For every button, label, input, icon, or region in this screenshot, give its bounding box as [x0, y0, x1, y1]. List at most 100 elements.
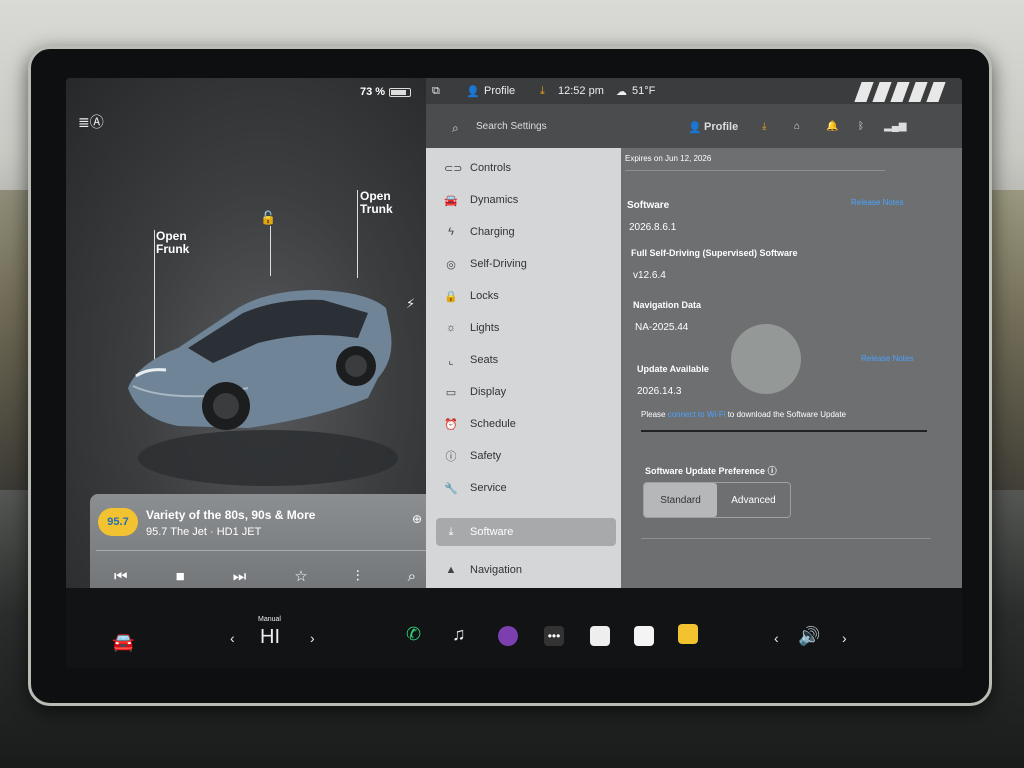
search-icon[interactable]: ⌕ [408, 568, 416, 585]
nav-item-dynamics[interactable]: 🚘 Dynamics [436, 186, 616, 214]
battery-percent: 73 % [360, 86, 386, 98]
fsd-version: v12.6.4 [633, 270, 666, 281]
nav-item-safety[interactable]: ⓘ Safety [436, 442, 616, 470]
divider [641, 538, 931, 539]
info-icon: ⓘ [445, 451, 457, 463]
connect-wifi-link[interactable]: connect to Wi-Fi [668, 410, 726, 419]
profile-icon[interactable]: 👤 [688, 121, 702, 134]
car-icon: 🚘 [444, 194, 458, 207]
steering-wheel-icon: ◎ [446, 258, 456, 271]
music-icon[interactable]: ♫ [452, 624, 466, 645]
equalizer-icon[interactable]: ⫶ [356, 568, 360, 585]
nav-item-controls[interactable]: ⊂⊃ Controls [436, 154, 616, 182]
car-icon[interactable]: 🚘 [112, 632, 134, 653]
nav-item-label: Schedule [470, 418, 516, 430]
next-track-icon[interactable]: ⏭ [233, 568, 247, 585]
software-detail-panel: Expires on Jun 12, 2026 Software Release… [621, 148, 962, 588]
volume-down-chevron-icon[interactable]: ‹ [774, 630, 779, 646]
toggle-icon: ⊂⊃ [444, 162, 463, 175]
chevron-right-icon[interactable]: › [310, 630, 315, 646]
media-divider [96, 550, 434, 551]
nav-item-seats[interactable]: ⌞ Seats [436, 346, 616, 374]
stop-icon[interactable]: ■ [176, 568, 185, 585]
calendar-app-icon[interactable] [634, 626, 654, 646]
nav-item-label: Software [470, 526, 514, 538]
nav-item-label: Seats [470, 354, 499, 366]
open-trunk-label: Open Trunk [360, 189, 393, 216]
release-notes-link[interactable]: Release Notes [861, 354, 913, 363]
navigation-icon: ▲ [445, 564, 457, 576]
previous-track-icon[interactable]: ⏮ [114, 568, 128, 585]
open-trunk-button[interactable]: Open Trunk [360, 190, 393, 216]
update-available-label: Update Available [637, 364, 709, 374]
topbar-profile[interactable]: Profile [484, 85, 515, 97]
bluetooth-icon[interactable]: ᛒ [858, 121, 864, 132]
update-message: Please connect to Wi-Fi to download the … [641, 410, 846, 419]
auto-headlight-icon[interactable]: ≣Ⓐ [78, 112, 104, 132]
divider [625, 170, 885, 171]
nav-item-navigation[interactable]: ▲ Navigation [436, 556, 616, 584]
update-download-icon[interactable]: ⤓ [540, 85, 545, 98]
nav-item-label: Service [470, 482, 507, 494]
profile-button[interactable]: Profile [704, 121, 738, 133]
standard-option[interactable]: Standard [644, 483, 717, 517]
info-icon[interactable]: ⓘ [768, 466, 777, 476]
lte-signal-icon: ▂▄▆ [884, 121, 907, 132]
wrench-icon: 🔧 [444, 482, 458, 495]
brand-stripes [854, 82, 946, 102]
climate-temp[interactable]: HI [260, 626, 280, 649]
weather-icon: ☁ [616, 86, 627, 98]
navigation-data-label: Navigation Data [633, 300, 702, 310]
bolt-icon: ϟ [448, 226, 454, 238]
nav-item-lights[interactable]: ☼ Lights [436, 314, 616, 342]
car-model-image [128, 290, 398, 486]
outside-temp: 51°F [632, 85, 656, 97]
update-preference-text: Software Update Preference [645, 466, 766, 476]
software-label: Software [627, 200, 670, 211]
nav-item-service[interactable]: 🔧 Service [436, 474, 616, 502]
media-title: Variety of the 80s, 90s & More [146, 508, 316, 522]
more-apps-icon[interactable]: ••• [544, 626, 564, 646]
nav-item-display[interactable]: ▭ Display [436, 378, 616, 406]
fsd-label: Full Self-Driving (Supervised) Software [631, 248, 798, 258]
phone-icon[interactable]: ✆ [406, 624, 421, 645]
screen-glare [731, 324, 801, 394]
display-icon: ▭ [445, 386, 457, 399]
volume-icon[interactable]: 🔊 [798, 626, 820, 647]
toybox-app-icon[interactable] [678, 624, 698, 644]
chevron-left-icon[interactable]: ‹ [230, 630, 235, 646]
open-frunk-button[interactable]: Open Frunk [156, 230, 189, 256]
nav-item-label: Charging [470, 226, 515, 238]
window-icon[interactable]: ⧉ [432, 85, 440, 98]
nav-item-self-driving[interactable]: ◎ Self-Driving [436, 250, 616, 278]
advanced-option[interactable]: Advanced [717, 483, 790, 517]
nav-item-locks[interactable]: 🔒 Locks [436, 282, 616, 310]
nav-item-schedule[interactable]: ⏰ Schedule [436, 410, 616, 438]
download-progress-bar [641, 430, 927, 432]
nav-item-software[interactable]: ⤓ Software [436, 518, 616, 546]
bell-icon[interactable]: 🔔 [826, 121, 838, 132]
sun-icon: ☼ [445, 322, 457, 334]
touchscreen: 73 % ≣Ⓐ Open Frunk Open Trunk 🔓 ⚡ 95.7 V… [66, 78, 962, 668]
search-settings-icon[interactable]: ⌕ [452, 121, 459, 136]
profile-icon[interactable]: 👤 [466, 85, 480, 98]
notes-app-icon[interactable] [590, 626, 610, 646]
update-message-prefix: Please [641, 410, 668, 419]
home-icon[interactable]: ⌂ [794, 121, 800, 132]
search-settings-input[interactable]: Search Settings [476, 121, 547, 132]
media-source-icon[interactable]: ⊕ [412, 512, 422, 526]
unlock-icon[interactable]: 🔓 [260, 210, 276, 226]
nav-item-charging[interactable]: ϟ Charging [436, 218, 616, 246]
battery-status: 73 % [360, 86, 412, 98]
software-update-icon[interactable]: ⤓ [762, 121, 766, 132]
volume-up-chevron-icon[interactable]: › [842, 630, 847, 646]
media-app-icon[interactable] [498, 626, 518, 646]
software-version: 2026.8.6.1 [629, 222, 677, 233]
open-frunk-label: Open Frunk [156, 229, 190, 256]
favorite-star-icon[interactable]: ☆ [294, 567, 307, 585]
update-message-suffix: to download the Software Update [725, 410, 847, 419]
release-notes-link[interactable]: Release Notes [851, 198, 903, 207]
update-version: 2026.14.3 [637, 386, 682, 397]
expires-text: Expires on Jun 12, 2026 [625, 154, 712, 163]
trunk-callout-line [357, 190, 358, 278]
